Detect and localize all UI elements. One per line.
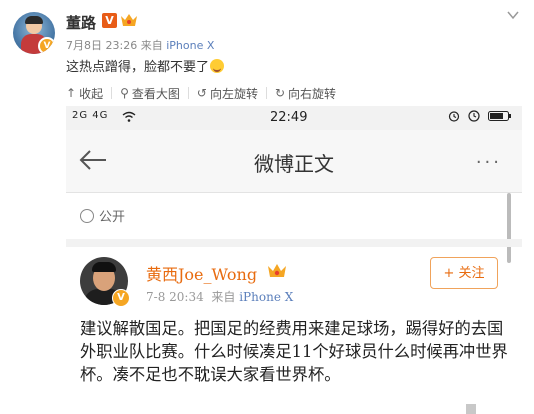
rotate-right-label: 向右旋转 [288,86,337,101]
visibility-indicator: 公开 [80,206,125,225]
poster-verified-icon: V [112,289,130,307]
poster-name[interactable]: 黄西Joe_Wong [146,261,257,285]
author-name[interactable]: 董路 [66,12,96,33]
author-avatar[interactable]: V [13,12,55,54]
verified-v-icon: V [102,13,117,28]
verified-badge-icon: V [38,37,55,54]
scrollbar[interactable] [507,193,511,263]
toolbar-divider [265,87,267,99]
toolbar-divider [187,87,189,99]
weibo-card: 公开 V 黄西Joe_Wong 7-8 20:34 来自 iPhone X + … [66,193,522,414]
rotate-left-icon: ↺ [196,86,207,100]
source-device[interactable]: iPhone X [166,39,214,52]
rotate-right-icon: ↻ [274,86,286,100]
nav-title: 微博正文 [254,152,334,176]
poster-source-prefix: 来自 [211,290,236,304]
image-toolbar: ↑ 收起 ⚲ 查看大图 ↺ 向左旋转 ↻ 向右旋转 [66,80,534,106]
battery-icon [488,111,511,121]
phone-status-bar: 2G 4G 22:49 [66,106,522,130]
status-icons [448,110,512,122]
phone-time: 22:49 [270,110,308,125]
weibo-content: 建议解散国足。把国足的经费用来建足球场，踢得好的去国外职业队比赛。什么时候凑足1… [80,319,508,384]
chevron-down-icon[interactable] [506,8,520,22]
more-icon[interactable]: ··· [476,154,502,172]
section-divider [66,239,522,247]
member-crown-icon [121,14,137,26]
rotate-left-label: 向左旋转 [209,86,258,101]
view-large-label: 查看大图 [131,86,180,101]
post-text: 这热点蹭得，脸都不要了 [66,56,225,75]
globe-icon [80,208,94,223]
post-text-content: 这热点蹭得，脸都不要了 [66,60,210,75]
post-timestamp[interactable]: 7月8日 23:26 [66,39,137,52]
collapse-button[interactable]: ↑ 收起 [66,85,103,102]
rotate-left-button[interactable]: ↺ 向左旋转 [197,85,258,102]
clock-icon [468,110,480,122]
resize-handle[interactable] [466,404,476,414]
post-meta: 7月8日 23:26 来自 iPhone X [66,37,214,53]
magnifier-icon: ⚲ [120,86,129,100]
laugh-cry-emoji-icon [210,59,225,73]
member-crown-icon [268,264,286,277]
view-large-button[interactable]: ⚲ 查看大图 [120,85,180,102]
rotate-right-button[interactable]: ↻ 向右旋转 [275,85,336,102]
post-image[interactable]: 2G 4G 22:49 微博正文 ··· 公开 V 黄西Joe_Wong 7-8… [66,106,522,414]
signal-label: 2G 4G [72,110,109,121]
follow-button[interactable]: + 关注 [430,257,498,289]
source-prefix: 来自 [140,39,163,52]
collapse-label: 收起 [79,86,104,101]
poster-device: iPhone X [239,290,294,304]
poster-meta: 7-8 20:34 来自 iPhone X [146,288,293,305]
toolbar-divider [111,87,113,99]
poster-date: 7-8 20:34 [146,290,204,304]
phone-nav-bar: 微博正文 ··· [66,130,522,193]
alarm-icon [448,111,460,122]
visibility-label: 公开 [99,210,126,225]
arrow-up-icon: ↑ [66,86,77,100]
wifi-icon [122,111,136,122]
